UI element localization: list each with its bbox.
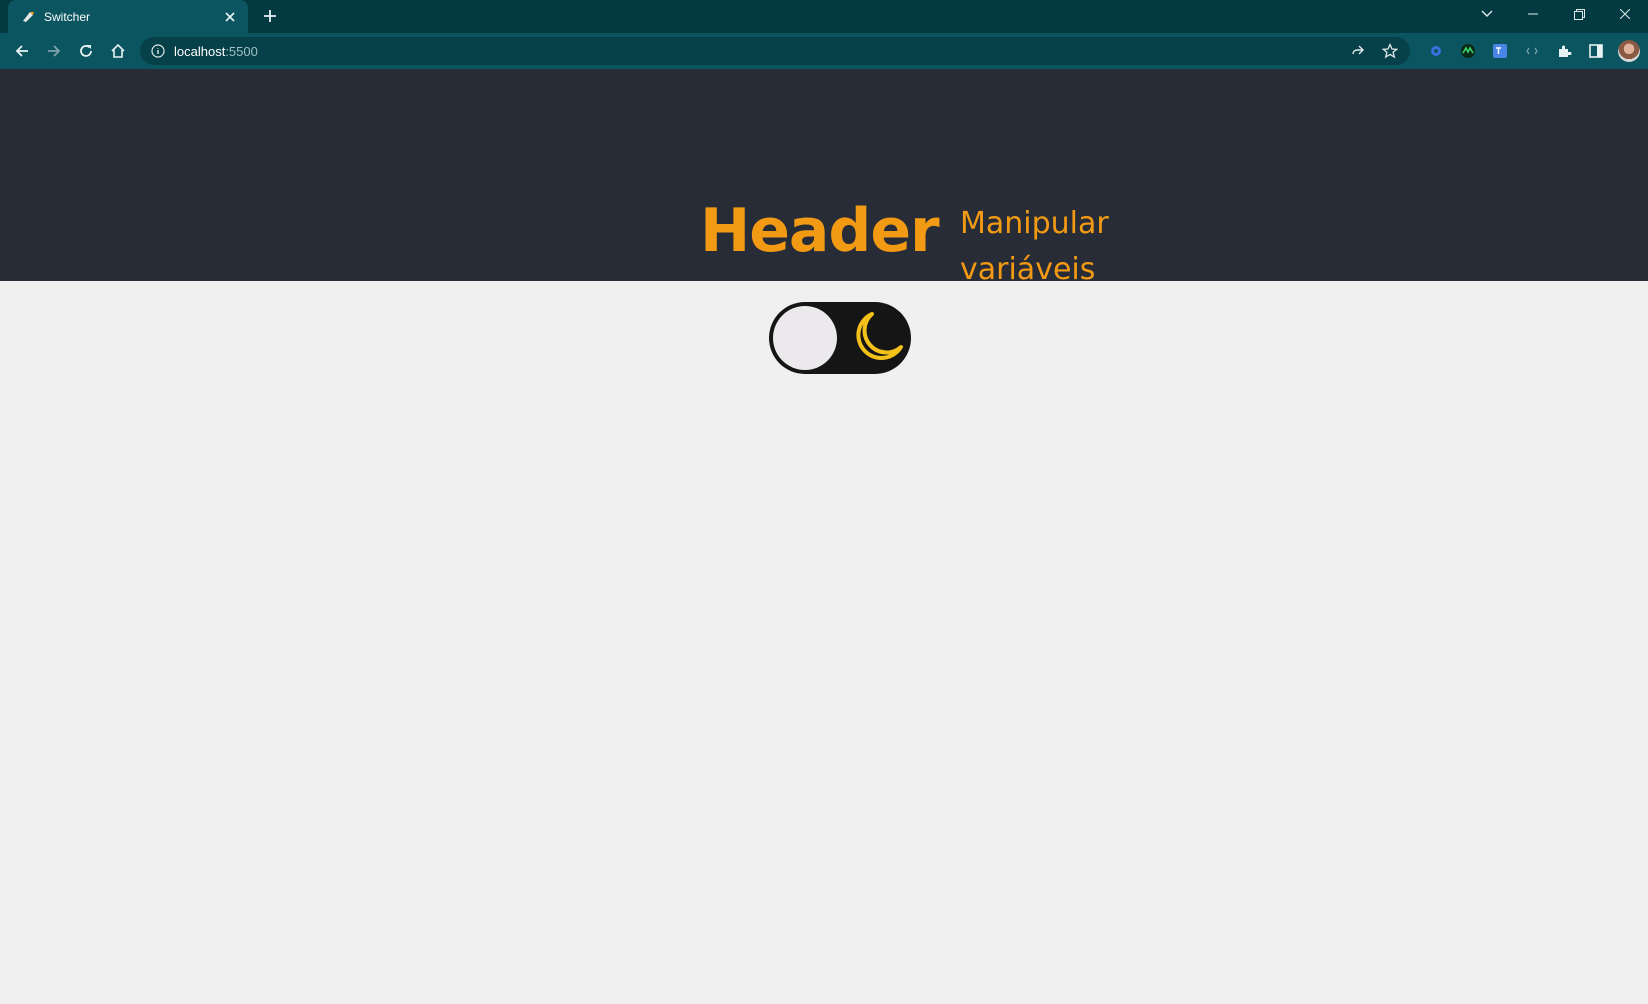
share-icon[interactable] (1348, 41, 1368, 61)
page-title: Header (700, 196, 940, 266)
browser-toolbar: localhost:5500 (0, 33, 1648, 69)
page-header: Header Manipular variáveis (0, 69, 1648, 287)
theme-toggle-switch[interactable] (769, 302, 911, 374)
tab-close-icon[interactable] (222, 9, 238, 25)
toggle-knob (773, 306, 837, 370)
extension-monitor-icon[interactable] (1458, 41, 1478, 61)
restore-button[interactable] (1556, 0, 1602, 28)
extensions-puzzle-icon[interactable] (1554, 41, 1574, 61)
page-subtitle: Manipular variáveis (960, 206, 1109, 287)
tab-strip: Switcher (0, 0, 1648, 33)
bookmark-star-icon[interactable] (1380, 41, 1400, 61)
address-bar[interactable]: localhost:5500 (140, 37, 1410, 65)
extension-translate-icon[interactable] (1490, 41, 1510, 61)
reload-icon[interactable] (70, 35, 102, 67)
profile-avatar[interactable] (1618, 40, 1640, 62)
extension-code-icon[interactable] (1522, 41, 1542, 61)
new-tab-button[interactable] (258, 4, 282, 28)
tab-favicon-icon (20, 9, 36, 25)
home-icon[interactable] (102, 35, 134, 67)
tab-search-chevron-icon[interactable] (1464, 0, 1510, 28)
tab-title: Switcher (44, 9, 91, 24)
forward-arrow-icon[interactable] (38, 35, 70, 67)
moon-icon (849, 308, 907, 366)
extension-gear-icon[interactable] (1426, 41, 1446, 61)
side-panel-icon[interactable] (1586, 41, 1606, 61)
window-controls (1464, 0, 1648, 33)
address-port: :5500 (225, 43, 258, 59)
back-arrow-icon[interactable] (6, 35, 38, 67)
site-info-icon[interactable] (150, 43, 166, 59)
close-window-button[interactable] (1602, 0, 1648, 28)
extensions-area (1426, 37, 1640, 65)
browser-tab[interactable]: Switcher (8, 0, 248, 33)
address-host: localhost (174, 43, 226, 59)
minimize-button[interactable] (1510, 0, 1556, 28)
